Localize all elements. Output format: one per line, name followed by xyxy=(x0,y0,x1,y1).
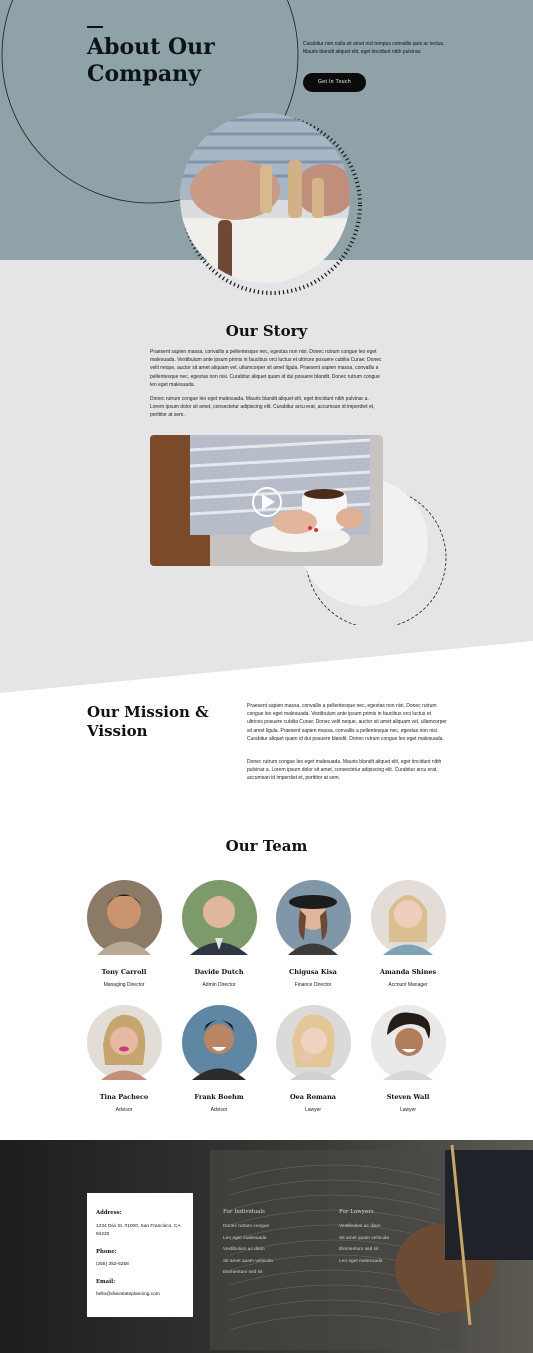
footer-link[interactable]: Elementum sed sit xyxy=(223,1270,262,1275)
get-in-touch-button[interactable]: Get In Touch xyxy=(303,73,366,92)
hero-accent-line xyxy=(87,26,103,28)
member-name: Oea Romana xyxy=(289,1093,337,1101)
footer-link[interactable]: Donec rutrum congue xyxy=(223,1224,269,1229)
footer-link[interactable]: Vestibulum ac diam xyxy=(223,1247,265,1252)
member-role: Finance Director xyxy=(294,982,332,988)
footer-col1-title: For Individuals xyxy=(223,1209,265,1215)
avatar xyxy=(275,1005,351,1080)
avatar xyxy=(370,1005,446,1080)
avatar xyxy=(181,1005,257,1080)
story-video xyxy=(150,435,447,625)
team-member[interactable]: Amanda Shines Account Manager xyxy=(363,880,453,988)
mission-title: Our Mission & Vission xyxy=(87,703,209,740)
avatar xyxy=(370,880,446,955)
footer-background-image xyxy=(0,1140,533,1353)
team-member[interactable]: Tony Carroll Managing Director xyxy=(79,880,169,988)
chess-image xyxy=(180,113,362,295)
page-title-line2: Company xyxy=(87,61,201,87)
team-member[interactable]: Tina Pacheco Advisor xyxy=(79,1005,169,1113)
team-member[interactable]: Chigusa Kisa Finance Director xyxy=(268,880,358,988)
page-title: About Our Company xyxy=(87,34,215,88)
story-paragraph-2: Donec rutrum congue leo eget malesuada. … xyxy=(150,396,375,419)
mission-paragraph-1: Praesent sapien massa, convallis a pelle… xyxy=(247,703,447,742)
footer xyxy=(0,1140,533,1353)
member-name: Tony Carroll xyxy=(101,968,147,976)
footer-link[interactable]: Leo eget malesuada xyxy=(339,1259,382,1264)
team-member[interactable]: Frank Boehm Advisor xyxy=(174,1005,264,1113)
member-name: Tina Pacheco xyxy=(99,1093,149,1101)
member-role: Lawyer xyxy=(399,1107,417,1113)
member-name: Davide Dutch xyxy=(194,968,244,976)
member-role: Admin Director xyxy=(202,982,236,988)
team-title: Our Team xyxy=(225,837,308,855)
avatar xyxy=(86,880,162,955)
member-role: Advisor xyxy=(210,1107,228,1113)
team-member[interactable]: Oea Romana Lawyer xyxy=(268,1005,358,1113)
story-paragraph-1: Praesent sapien massa, convallis a pelle… xyxy=(150,349,382,388)
member-name: Amanda Shines xyxy=(379,968,437,976)
member-name: Chigusa Kisa xyxy=(289,968,337,976)
avatar xyxy=(181,880,257,955)
address-value: 1234 Divi St. #1000, San Francisco, CA 9… xyxy=(96,1224,181,1237)
member-role: Managing Director xyxy=(103,982,145,988)
story-title: Our Story xyxy=(225,322,308,340)
team-member[interactable]: Steven Wall Lawyer xyxy=(363,1005,453,1113)
page-title-line1: About Our xyxy=(87,34,215,60)
phone-label: Phone: xyxy=(96,1249,117,1255)
footer-col2-title: For Lawyers xyxy=(339,1209,374,1215)
member-name: Frank Boehm xyxy=(194,1093,244,1101)
member-role: Advisor xyxy=(115,1107,133,1113)
footer-link[interactable]: Sit amet quam vehicula xyxy=(223,1259,273,1264)
avatar xyxy=(86,1005,162,1080)
member-name: Steven Wall xyxy=(386,1093,430,1101)
footer-link[interactable]: Vestibulum ac diam xyxy=(339,1224,381,1229)
footer-link[interactable]: Leo eget malesuada xyxy=(223,1236,266,1241)
footer-link[interactable]: Elementum sed sit xyxy=(339,1247,378,1252)
phone-value[interactable]: (255) 352-6258 xyxy=(96,1261,188,1269)
avatar xyxy=(275,880,351,955)
hero-text: Curabitur non nulla sit amet nisl tempus… xyxy=(303,41,445,55)
mission-paragraph-2: Donec rutrum congue leo eget malesuada. … xyxy=(247,759,442,782)
address-label: Address: xyxy=(96,1210,122,1216)
email-value[interactable]: hello@diviestateplanning.com xyxy=(96,1291,188,1299)
member-role: Lawyer xyxy=(304,1107,322,1113)
footer-link[interactable]: Sit amet quam vehicula xyxy=(339,1236,389,1241)
email-label: Email: xyxy=(96,1279,116,1285)
member-role: Account Manager xyxy=(388,982,428,988)
section-divider xyxy=(0,641,533,700)
team-member[interactable]: Davide Dutch Admin Director xyxy=(174,880,264,988)
